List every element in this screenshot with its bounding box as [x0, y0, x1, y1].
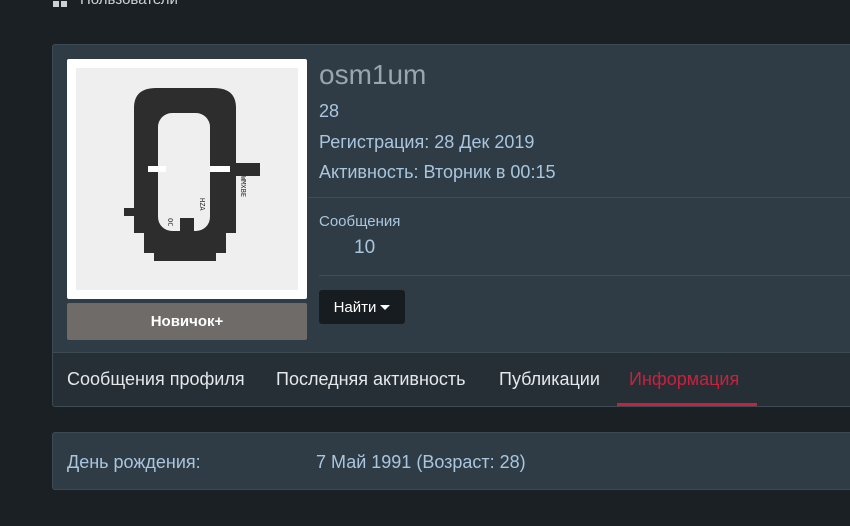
- messages-stat-label: Сообщения: [319, 213, 401, 230]
- active-tab-indicator: [617, 403, 757, 406]
- profile-tabs: Сообщения профиля Последняя активность П…: [53, 352, 850, 406]
- breadcrumb[interactable]: Пользователи: [52, 0, 178, 8]
- rank-badge: Новичок+: [67, 303, 307, 340]
- chevron-down-icon: [380, 304, 391, 310]
- username: osm1um: [319, 59, 427, 90]
- birthday-label: День рождения:: [67, 452, 201, 472]
- breadcrumb-label[interactable]: Пользователи: [80, 0, 178, 8]
- avatar[interactable]: OC HZA WMXBE: [67, 59, 307, 299]
- user-age: 28: [319, 101, 340, 121]
- about-card: День рождения: 7 Май 1991 (Возраст: 28): [52, 432, 850, 490]
- divider: [319, 275, 850, 276]
- find-button[interactable]: Найти: [319, 290, 405, 324]
- messages-stat-value[interactable]: 10: [354, 237, 375, 259]
- birthday-value: 7 Май 1991 (Возраст: 28): [316, 452, 526, 472]
- tab-profile-posts[interactable]: Сообщения профиля: [67, 369, 245, 390]
- avatar-letters-left: OC: [166, 218, 174, 226]
- registration-date: Регистрация: 28 Дек 2019: [319, 132, 535, 152]
- tab-latest-activity[interactable]: Последняя активность: [276, 369, 466, 390]
- find-button-label: Найти: [333, 298, 377, 316]
- avatar-image: OC HZA WMXBE: [76, 68, 298, 290]
- tab-postings[interactable]: Публикации: [499, 369, 600, 390]
- avatar-letters-middle: HZA: [198, 198, 206, 211]
- tab-about[interactable]: Информация: [629, 369, 739, 390]
- avatar-letters-right: WMXBE: [239, 176, 247, 197]
- last-activity: Активность: Вторник в 00:15: [319, 162, 556, 182]
- users-icon: [52, 0, 68, 8]
- avatar-drawing: OC HZA WMXBE: [124, 88, 260, 261]
- divider: [308, 197, 850, 198]
- profile-card: OC HZA WMXBE Новичок+ osm1um 28 Регистра…: [52, 44, 850, 407]
